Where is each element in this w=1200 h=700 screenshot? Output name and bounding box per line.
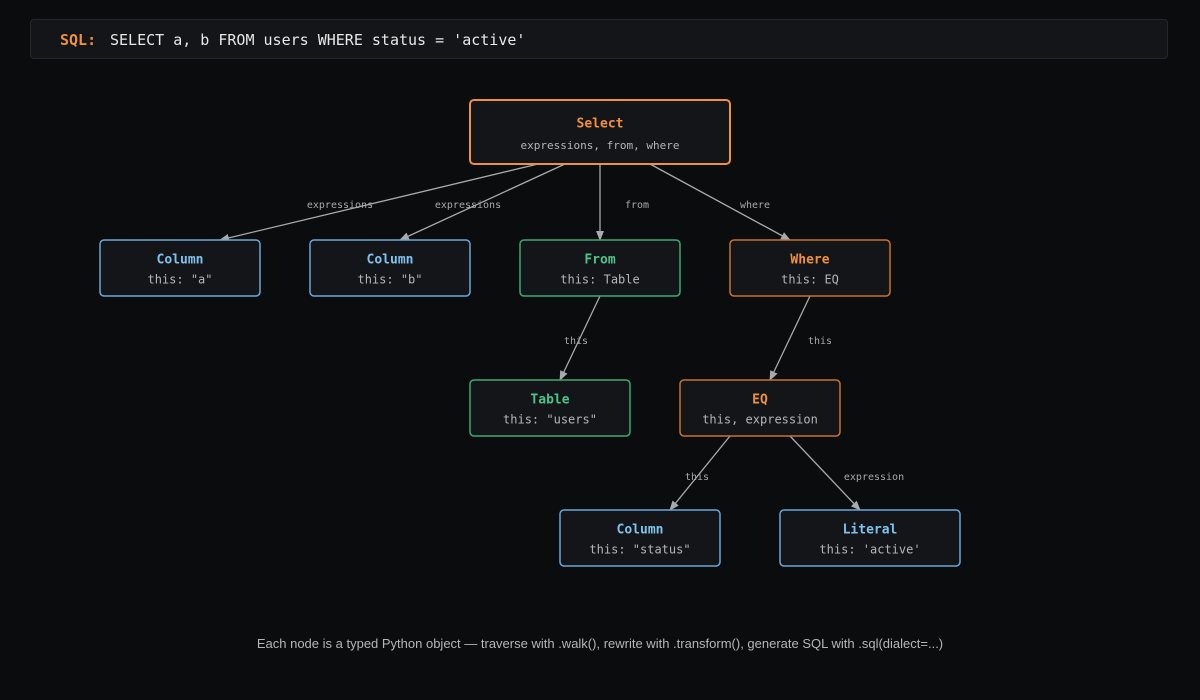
edge-from-to-table: this: [559, 295, 601, 381]
edges-layer: expressions expressions from where this this t…: [219, 163, 904, 511]
node-subtitle: this: 'active': [819, 543, 920, 557]
node-title: Column: [617, 523, 664, 538]
node-box: [309, 239, 471, 297]
footer-caption: Each node is a typed Python object — tra…: [256, 636, 944, 651]
node-title: Literal: [843, 523, 898, 538]
node-title: Column: [157, 253, 204, 268]
node-title: EQ: [752, 393, 768, 408]
edge-select-to-from: from: [596, 164, 649, 241]
node-col-status: Column this: "status": [559, 509, 721, 567]
node-box: [559, 509, 721, 567]
node-box: [729, 239, 891, 297]
edge-select-to-col-b: expressions: [399, 163, 566, 241]
node-subtitle: this: "status": [589, 543, 690, 557]
node-box: [779, 509, 961, 567]
edge-label: where: [740, 200, 770, 211]
node-title: Select: [577, 117, 624, 132]
node-title: From: [584, 253, 615, 268]
node-subtitle: expressions, from, where: [521, 139, 680, 152]
nodes-layer: Select expressions, from, where Column this…: [99, 99, 961, 567]
node-box: [99, 239, 261, 297]
node-select: Select expressions, from, where: [469, 99, 731, 165]
edge-label: expression: [844, 472, 904, 483]
node-subtitle: this: "users": [503, 413, 597, 427]
node-where: Where this: EQ: [729, 239, 891, 297]
edge-line: [769, 295, 811, 381]
ast-diagram: expressions expressions from where this this t…: [99, 99, 961, 567]
node-box: [679, 379, 841, 437]
node-title: Table: [530, 393, 569, 408]
node-title: Where: [790, 253, 829, 268]
node-literal: Literal this: 'active': [779, 509, 961, 567]
edge-label: this: [808, 336, 832, 347]
edge-eq-to-literal: expression: [789, 435, 904, 511]
edge-where-to-eq: this: [769, 295, 832, 381]
node-subtitle: this, expression: [702, 413, 818, 427]
node-col-a: Column this: "a": [99, 239, 261, 297]
node-box: [469, 99, 731, 165]
edge-label: this: [564, 336, 588, 347]
node-box: [469, 379, 631, 437]
node-col-b: Column this: "b": [309, 239, 471, 297]
edge-label: expressions: [435, 200, 501, 211]
edge-label: expressions: [307, 200, 373, 211]
node-eq: EQ this, expression: [679, 379, 841, 437]
node-subtitle: this: Table: [560, 273, 639, 287]
node-subtitle: this: "b": [357, 273, 422, 287]
node-subtitle: this: EQ: [781, 273, 839, 287]
node-box: [519, 239, 681, 297]
node-subtitle: this: "a": [147, 273, 212, 287]
edge-select-to-where: where: [649, 163, 791, 241]
edge-label: from: [625, 200, 649, 211]
node-from: From this: Table: [519, 239, 681, 297]
node-title: Column: [367, 253, 414, 268]
edge-eq-to-col-status: this: [669, 435, 731, 511]
edge-label: this: [685, 472, 709, 483]
node-table: Table this: "users": [469, 379, 631, 437]
